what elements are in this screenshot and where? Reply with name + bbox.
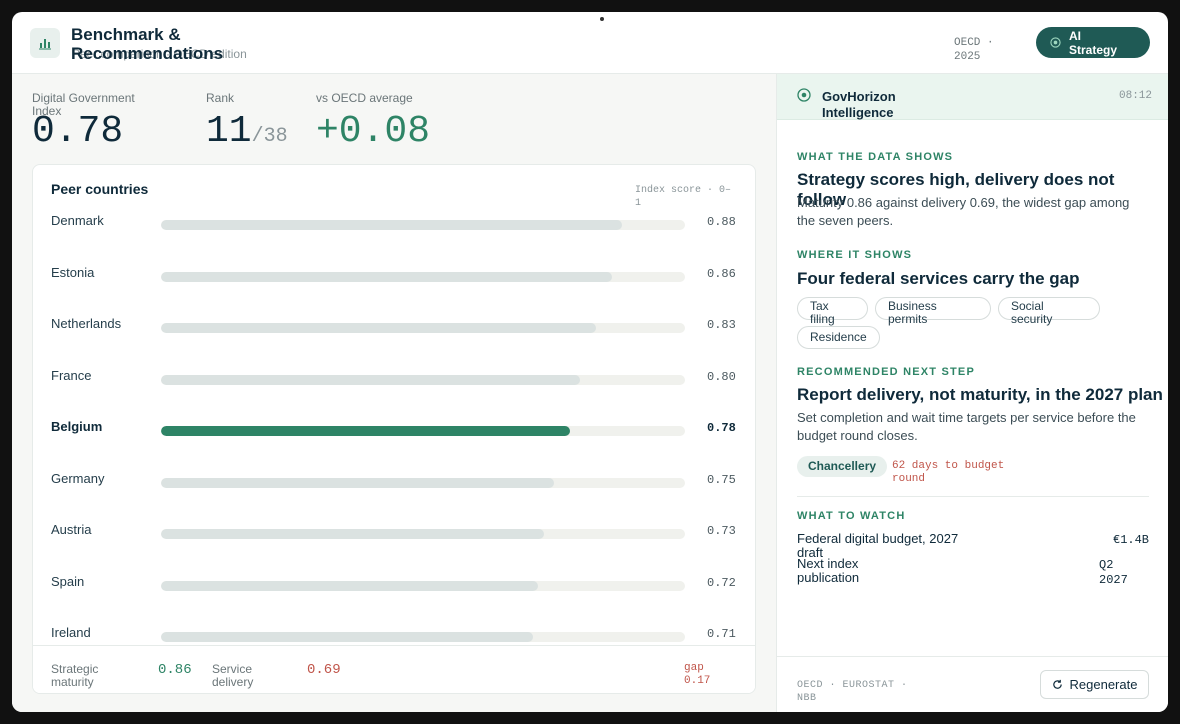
peer-row: Denmark 0.88 [51, 213, 741, 237]
card-title: Peer countries [51, 181, 149, 197]
watch-item-value: Q2 2027 [1099, 558, 1128, 587]
peer-row: France 0.80 [51, 368, 741, 392]
timestamp: 08:12 [1119, 90, 1153, 102]
country-name: France [51, 367, 92, 383]
regenerate-label: Regenerate [1069, 677, 1138, 692]
service-chip[interactable]: Social security [998, 297, 1100, 326]
rank-label: Rank [206, 91, 235, 105]
maturity-label: Strategic maturity [51, 662, 99, 689]
country-name: Germany [51, 470, 105, 486]
country-name: Estonia [51, 264, 95, 280]
refresh-icon [1052, 679, 1062, 689]
country-name: Ireland [51, 625, 91, 640]
score-value: 0.80 [707, 369, 736, 384]
benchmark-panel: Digital Government Index 0.78 Rank 11/38… [12, 74, 776, 712]
gap-value: gap 0.17 [684, 662, 711, 687]
ai-strategy-button[interactable]: AI Strategy [1036, 27, 1150, 58]
country-name: Belgium [51, 419, 103, 434]
rank-total: /38 [251, 125, 288, 148]
target-icon [797, 88, 811, 102]
ai-strategy-label: AI Strategy [1069, 28, 1118, 57]
app-header: Peer comparison · OECD edition Benchmark… [12, 12, 1168, 74]
score-track [161, 374, 685, 385]
score-value: 0.78 [707, 421, 736, 435]
maturity-value: 0.86 [158, 662, 192, 678]
delta-label: vs OECD average [316, 91, 413, 105]
service-chip[interactable]: Business permits [875, 297, 991, 326]
score-value: 0.75 [707, 472, 736, 487]
peer-row: Belgium 0.78 [51, 419, 741, 443]
service-chip[interactable]: Residence [797, 326, 880, 349]
score-track [161, 323, 685, 333]
score-value: 0.83 [707, 318, 736, 332]
section-heading: Four federal services carry the gap [797, 269, 1080, 288]
delta-value: +0.08 [316, 110, 431, 153]
country-name: Netherlands [51, 316, 122, 331]
score-track [161, 580, 685, 591]
score-track [161, 477, 685, 488]
device-screen: Peer comparison · OECD edition Benchmark… [12, 12, 1168, 712]
score-bar [161, 323, 596, 333]
page-title: Benchmark & Recommendations [71, 25, 224, 63]
delivery-value: 0.69 [307, 662, 341, 678]
assistant-panel: GovHorizon Intelligence 08:12 WHAT THE D… [776, 74, 1168, 712]
section-body: Set completion and wait time targets per… [797, 410, 1136, 443]
score-bar [161, 477, 554, 488]
score-bar [161, 632, 534, 642]
score-value: 0.88 [707, 215, 736, 229]
score-track [161, 529, 685, 539]
score-track [161, 426, 685, 436]
peer-row: Netherlands 0.83 [51, 316, 741, 340]
regenerate-button[interactable]: Regenerate [1040, 670, 1149, 699]
peer-countries-card: Peer countries Index score · 0–1 Denmark… [32, 164, 756, 694]
section-label: RECOMMENDED NEXT STEP [797, 366, 975, 378]
delivery-label: Service delivery [212, 662, 254, 689]
section-heading: Report delivery, not maturity, in the 20… [797, 385, 1163, 404]
score-track [161, 220, 685, 230]
watch-item-value: €1.4B [1113, 533, 1150, 547]
rank-value: 11/38 [206, 110, 288, 153]
scale-note: Index score · 0–1 [635, 185, 732, 209]
section-label: WHERE IT SHOWS [797, 249, 913, 261]
peer-row: Spain 0.72 [51, 574, 741, 598]
sources: OECD · EUROSTAT · NBB [797, 680, 908, 704]
deadline-text: 62 days to budget round [892, 460, 1005, 485]
owner-badge: Chancellery [797, 456, 888, 477]
section-body: Maturity 0.86 against delivery 0.69, the… [797, 195, 1130, 228]
assistant-header: GovHorizon Intelligence 08:12 [777, 74, 1168, 120]
section-label: WHAT THE DATA SHOWS [797, 151, 954, 163]
score-bar [161, 580, 539, 591]
score-value: 0.71 [707, 627, 736, 641]
score-bar [161, 374, 581, 385]
score-value: 0.86 [707, 266, 736, 281]
score-track [161, 632, 685, 642]
peer-row: Germany 0.75 [51, 471, 741, 495]
service-chip[interactable]: Tax filing [797, 297, 868, 326]
edition-meta: OECD · 2025 [954, 37, 994, 63]
peer-row: Estonia 0.86 [51, 265, 741, 289]
peer-row: Austria 0.73 [51, 522, 741, 546]
score-bar [161, 529, 544, 539]
score-bar [161, 271, 612, 282]
assistant-footer: OECD · EUROSTAT · NBB Regenerate [777, 656, 1168, 712]
score-value: 0.72 [707, 575, 736, 590]
score-bar [161, 426, 570, 436]
target-icon [1050, 37, 1061, 48]
country-name: Spain [51, 573, 85, 589]
assistant-title: GovHorizon Intelligence [822, 89, 896, 120]
score-value: 0.73 [707, 524, 736, 538]
index-value: 0.78 [32, 110, 124, 153]
gap-summary: Strategic maturity 0.86 Service delivery… [33, 645, 755, 693]
score-track [161, 271, 685, 282]
score-bar [161, 220, 623, 230]
country-name: Austria [51, 522, 92, 537]
country-name: Denmark [51, 213, 104, 228]
section-label: WHAT TO WATCH [797, 510, 906, 522]
divider [797, 496, 1149, 497]
watch-item-label: Next index publication [797, 556, 860, 585]
bar-chart-icon [30, 28, 60, 58]
